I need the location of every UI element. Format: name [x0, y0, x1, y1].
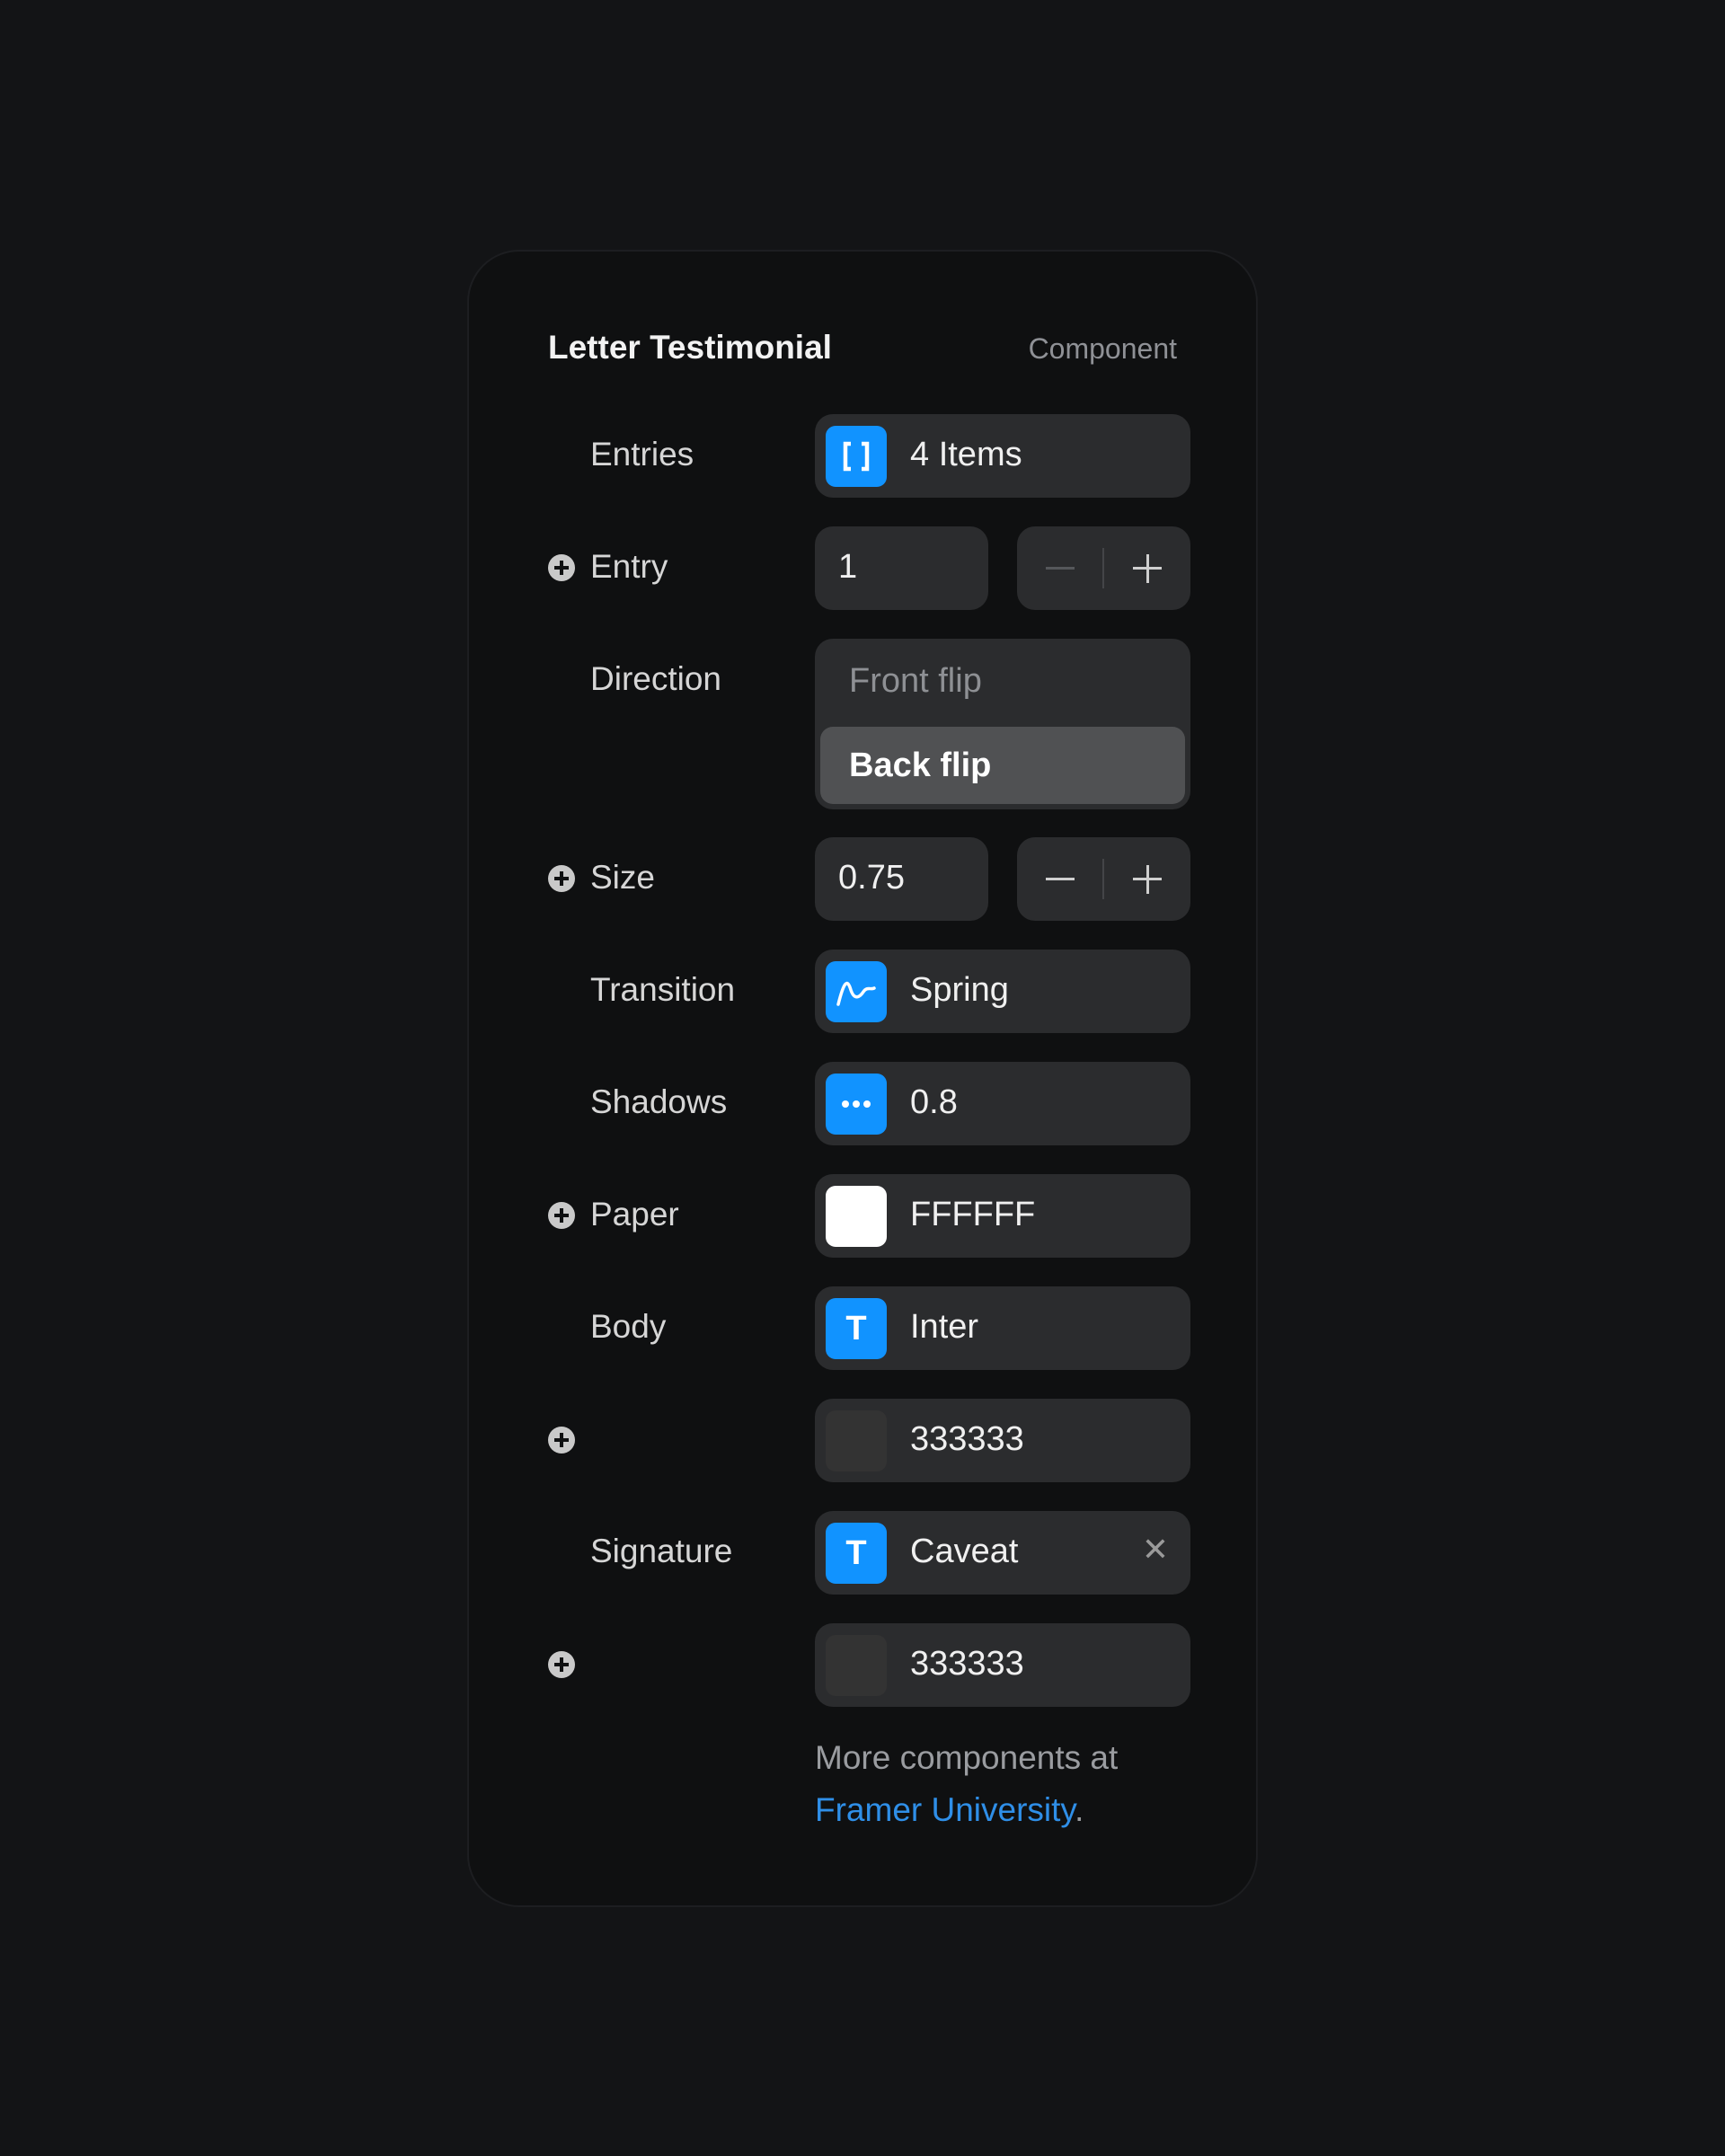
- decrement-button[interactable]: [1017, 526, 1103, 610]
- direction-segmented-control: Front flip Back flip: [815, 639, 1190, 809]
- signature-font-value: Caveat: [910, 1533, 1019, 1570]
- properties-panel: Letter Testimonial Component Entries 4 I…: [467, 250, 1258, 1907]
- signature-font-field[interactable]: T Caveat ✕: [815, 1511, 1190, 1595]
- add-circle-icon[interactable]: [548, 1651, 575, 1678]
- transition-field[interactable]: Spring: [815, 950, 1190, 1033]
- shadows-label: Shadows: [590, 1083, 728, 1120]
- paper-label: Paper: [590, 1196, 679, 1233]
- row-entry: Entry 1: [469, 526, 1256, 610]
- entries-value: 4 Items: [910, 436, 1022, 473]
- body-font-field[interactable]: T Inter: [815, 1286, 1190, 1370]
- size-label: Size: [590, 859, 655, 896]
- transition-label: Transition: [590, 971, 736, 1008]
- color-swatch[interactable]: [826, 1410, 887, 1471]
- shadows-value: 0.8: [910, 1083, 958, 1121]
- plus-icon: [1133, 864, 1162, 894]
- panel-title: Letter Testimonial: [548, 329, 832, 366]
- size-input[interactable]: 0.75: [815, 837, 988, 921]
- add-circle-icon[interactable]: [548, 1427, 575, 1454]
- footer-suffix: .: [1075, 1791, 1084, 1828]
- add-circle-icon[interactable]: [548, 865, 575, 892]
- entry-stepper: [1017, 526, 1190, 610]
- minus-icon: [1046, 878, 1075, 880]
- text-t-icon: T: [826, 1298, 887, 1359]
- row-transition: Transition Spring: [469, 950, 1256, 1033]
- row-size: Size 0.75: [469, 837, 1256, 921]
- signature-color-value: 333333: [910, 1645, 1024, 1683]
- color-swatch[interactable]: [826, 1186, 887, 1247]
- signature-label: Signature: [590, 1533, 733, 1569]
- row-shadows: Shadows 0.8: [469, 1062, 1256, 1145]
- body-color-field[interactable]: 333333: [815, 1399, 1190, 1482]
- row-paper: Paper FFFFFF: [469, 1174, 1256, 1258]
- spring-curve-icon: [826, 961, 887, 1022]
- minus-icon: [1046, 567, 1075, 570]
- size-value: 0.75: [838, 859, 905, 897]
- entry-input[interactable]: 1: [815, 526, 988, 610]
- direction-label: Direction: [590, 660, 721, 697]
- row-entries: Entries 4 Items: [469, 414, 1256, 498]
- clear-icon[interactable]: ✕: [1142, 1531, 1169, 1568]
- add-circle-icon[interactable]: [548, 1202, 575, 1229]
- entry-label: Entry: [590, 548, 668, 585]
- shadows-field[interactable]: 0.8: [815, 1062, 1190, 1145]
- body-label: Body: [590, 1308, 667, 1345]
- row-body: Body T Inter: [469, 1286, 1256, 1370]
- plus-icon: [1133, 553, 1162, 583]
- direction-option-back-flip[interactable]: Back flip: [820, 727, 1185, 804]
- increment-button[interactable]: [1104, 526, 1190, 610]
- ellipsis-icon: [826, 1074, 887, 1135]
- entries-field[interactable]: 4 Items: [815, 414, 1190, 498]
- array-brackets-icon: [826, 426, 887, 487]
- panel-kind: Component: [1028, 332, 1177, 365]
- footer-text: More components at: [815, 1739, 1119, 1776]
- body-color-value: 333333: [910, 1420, 1024, 1458]
- color-swatch[interactable]: [826, 1635, 887, 1696]
- paper-color-value: FFFFFF: [910, 1196, 1036, 1233]
- row-signature-color: 333333: [469, 1623, 1256, 1707]
- footer-note: More components at Framer University.: [815, 1732, 1118, 1836]
- text-t-icon: T: [826, 1523, 887, 1584]
- row-body-color: 333333: [469, 1399, 1256, 1482]
- signature-color-field[interactable]: 333333: [815, 1623, 1190, 1707]
- size-stepper: [1017, 837, 1190, 921]
- entry-value: 1: [838, 548, 858, 586]
- paper-color-field[interactable]: FFFFFF: [815, 1174, 1190, 1258]
- panel-header: Letter Testimonial Component: [548, 329, 1177, 367]
- add-circle-icon[interactable]: [548, 554, 575, 581]
- increment-button[interactable]: [1104, 837, 1190, 921]
- body-font-value: Inter: [910, 1308, 979, 1346]
- transition-value: Spring: [910, 971, 1009, 1009]
- row-signature: Signature T Caveat ✕: [469, 1511, 1256, 1595]
- framer-university-link[interactable]: Framer University: [815, 1791, 1075, 1828]
- decrement-button[interactable]: [1017, 837, 1103, 921]
- entries-label: Entries: [590, 436, 694, 473]
- row-direction: Direction Front flip Back flip: [469, 639, 1256, 809]
- direction-option-front-flip[interactable]: Front flip: [820, 642, 1185, 720]
